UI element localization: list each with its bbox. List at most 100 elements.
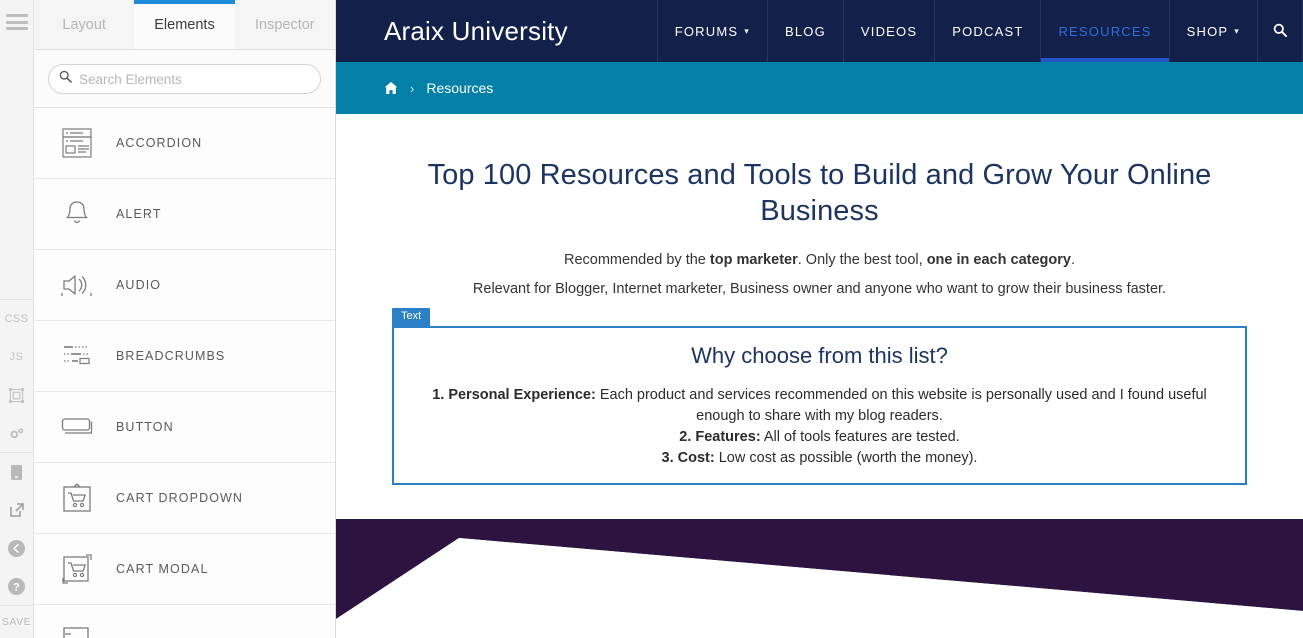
- breadcrumbs-icon: [56, 343, 98, 369]
- line-text: All of tools features are tested.: [760, 429, 960, 446]
- button-icon: [56, 417, 98, 437]
- elements-panel: Layout Elements Inspector Search Element…: [34, 0, 336, 638]
- gear-icon: [9, 426, 25, 441]
- nav-item-podcast[interactable]: PODCAST: [934, 0, 1040, 62]
- menu-icon[interactable]: [5, 14, 28, 30]
- bell-icon: [56, 199, 98, 229]
- rail-group-tools: ? SAVE: [0, 453, 33, 638]
- line-bold: 3. Cost:: [661, 450, 715, 467]
- tab-layout-label: Layout: [62, 16, 106, 33]
- list-item-next-partial[interactable]: [34, 605, 335, 638]
- list-item-breadcrumbs[interactable]: BREADCRUMBS: [34, 321, 335, 392]
- site-content: Top 100 Resources and Tools to Build and…: [336, 114, 1303, 486]
- rail-item-help[interactable]: ?: [0, 567, 34, 605]
- rail-item-back[interactable]: [0, 529, 34, 567]
- save-label: SAVE: [1, 616, 32, 628]
- rail-item-settings[interactable]: [0, 414, 34, 452]
- chevron-down-icon: ▾: [744, 25, 750, 36]
- rail-item-css[interactable]: CSS: [0, 300, 34, 338]
- tab-layout[interactable]: Layout: [34, 0, 135, 49]
- speaker-icon: [56, 271, 98, 299]
- page-subtitle-2: Relevant for Blogger, Internet marketer,…: [472, 280, 1167, 297]
- svg-text:?: ?: [13, 581, 20, 593]
- help-icon: ?: [8, 577, 25, 595]
- tab-inspector[interactable]: Inspector: [234, 0, 335, 49]
- page-subtitle-1: Recommended by the top marketer. Only th…: [392, 250, 1247, 272]
- list-item-accordion[interactable]: ACCORDION: [34, 108, 335, 179]
- subtitle-part3: .: [1070, 251, 1075, 268]
- nav-item-videos[interactable]: VIDEOS: [842, 0, 934, 62]
- site-brand[interactable]: Araix University: [336, 16, 568, 47]
- site-nav-menu: FORUMS ▾ BLOG VIDEOS PODCAST RESOURCES S…: [656, 0, 1303, 62]
- search-box[interactable]: [48, 64, 321, 94]
- rail-group-code: CSS JS: [0, 299, 33, 453]
- js-label: JS: [9, 351, 24, 363]
- rail-item-mobile[interactable]: [0, 453, 34, 491]
- essential-tools-section: Essential Tools: [336, 629, 1303, 638]
- text-widget-box[interactable]: Why choose from this list? 1. Personal E…: [392, 326, 1247, 486]
- list-item-cart-modal[interactable]: CART MODAL: [34, 534, 335, 605]
- list-item-label: CART MODAL: [116, 562, 209, 576]
- list-item-label: ACCORDION: [116, 136, 203, 150]
- accordion-icon: [56, 128, 98, 158]
- subtitle-bold1: top marketer: [709, 251, 798, 268]
- back-arrow-icon: [8, 539, 25, 557]
- subtitle-part2: . Only the best tool,: [797, 251, 927, 268]
- list-item-label: CART DROPDOWN: [116, 491, 244, 505]
- widget-line-2: 2. Features: All of tools features are t…: [410, 427, 1229, 448]
- search-container: [34, 50, 335, 108]
- nav-item-label: FORUMS: [674, 23, 739, 39]
- list-item-alert[interactable]: ALERT: [34, 179, 335, 250]
- breadcrumb-separator: ›: [410, 80, 415, 96]
- rail-item-frame[interactable]: [0, 376, 34, 414]
- list-item-audio[interactable]: AUDIO: [34, 250, 335, 321]
- tab-elements-label: Elements: [154, 16, 215, 33]
- line-bold: 2. Features:: [679, 429, 761, 446]
- nav-item-label: RESOURCES: [1058, 23, 1152, 39]
- search-icon: [59, 70, 72, 88]
- widget-heading: Why choose from this list?: [691, 343, 948, 369]
- list-item-button[interactable]: BUTTON: [34, 392, 335, 463]
- widget-line-3: 3. Cost: Low cost as possible (worth the…: [410, 448, 1229, 469]
- nav-item-label: VIDEOS: [860, 23, 918, 39]
- css-label: CSS: [4, 313, 29, 325]
- chevron-down-icon: ▾: [1234, 25, 1240, 36]
- left-rail: CSS JS ? SAVE: [0, 0, 34, 638]
- subtitle-bold2: one in each category: [926, 251, 1071, 268]
- tab-elements[interactable]: Elements: [134, 0, 235, 49]
- save-button[interactable]: SAVE: [0, 606, 34, 638]
- nav-item-label: BLOG: [784, 23, 826, 39]
- list-item-label: BREADCRUMBS: [116, 349, 226, 363]
- subtitle-part1: Recommended by the: [564, 251, 710, 268]
- external-link-icon: [9, 502, 25, 518]
- app-root: CSS JS ? SAVE Layout Elements Inspector …: [0, 0, 1303, 638]
- rail-item-open-external[interactable]: [0, 491, 34, 529]
- frame-icon: [9, 387, 24, 403]
- tab-inspector-label: Inspector: [254, 16, 315, 33]
- nav-item-resources[interactable]: RESOURCES: [1040, 0, 1169, 62]
- nav-item-label: PODCAST: [952, 23, 1024, 39]
- nav-item-blog[interactable]: BLOG: [766, 0, 843, 62]
- purple-chevron-band: [336, 519, 1303, 630]
- search-icon: [1273, 23, 1288, 40]
- site-navbar: Araix University FORUMS ▾ BLOG VIDEOS PO…: [336, 0, 1303, 62]
- selected-text-widget[interactable]: Text Why choose from this list? 1. Perso…: [392, 308, 1247, 486]
- mobile-icon: [10, 464, 23, 481]
- nav-item-label: SHOP: [1186, 23, 1229, 39]
- list-item-cart-dropdown[interactable]: CART DROPDOWN: [34, 463, 335, 534]
- nav-item-forums[interactable]: FORUMS ▾: [656, 0, 767, 62]
- list-item-label: BUTTON: [116, 420, 174, 434]
- line-text: Each product and services recommended on…: [595, 387, 1207, 425]
- list-item-label: AUDIO: [116, 278, 162, 292]
- search-input[interactable]: [79, 71, 310, 87]
- line-bold: 1. Personal Experience:: [432, 387, 596, 404]
- rail-item-js[interactable]: JS: [0, 338, 34, 376]
- widget-line-1: 1. Personal Experience: Each product and…: [410, 385, 1229, 427]
- status-badge: Text: [392, 308, 431, 327]
- nav-item-shop[interactable]: SHOP ▾: [1168, 0, 1257, 62]
- home-icon[interactable]: [384, 81, 398, 95]
- breadcrumb-current[interactable]: Resources: [426, 80, 493, 96]
- nav-search-button[interactable]: [1257, 0, 1303, 62]
- band-shape: [336, 519, 1303, 630]
- page-title: Top 100 Resources and Tools to Build and…: [427, 159, 1212, 227]
